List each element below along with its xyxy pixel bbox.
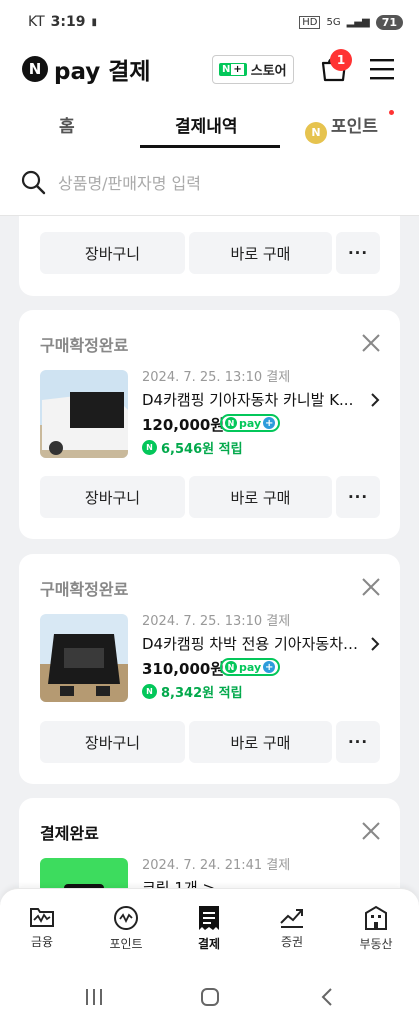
menu-icon[interactable] <box>368 56 396 82</box>
tab-points[interactable]: N 포인트 <box>305 112 378 144</box>
recent-apps-icon[interactable] <box>84 988 104 1006</box>
store-label: 스토어 <box>250 64 287 79</box>
close-icon[interactable] <box>360 332 382 354</box>
reward-points: N 6,546원 적립 <box>142 438 243 457</box>
bottom-navigation: 금융 포인트 결제 증권 부동산 <box>0 888 419 968</box>
nav-payment-label: 결제 <box>197 937 221 951</box>
product-name[interactable]: D4카캠핑 기아자동차 카니발 K... <box>142 389 358 410</box>
building-icon <box>365 905 387 930</box>
point-coin-icon: N <box>142 440 157 455</box>
signal-small-icon: ▮ <box>91 16 97 28</box>
product-price: 120,000원 <box>142 416 225 434</box>
point-icon <box>114 906 138 930</box>
stock-icon <box>280 909 303 928</box>
tab-home[interactable]: 홈 <box>59 112 75 137</box>
cart-count-badge: 1 <box>330 49 352 71</box>
more-button[interactable]: ··· <box>336 232 380 274</box>
receipt-icon <box>199 906 219 930</box>
point-coin-icon: N <box>142 684 157 699</box>
product-name[interactable]: D4카캠핑 차박 전용 기아자동차 ... <box>142 633 358 654</box>
more-button[interactable]: ··· <box>336 721 380 763</box>
npay-n-icon: N <box>225 417 237 429</box>
nav-points[interactable]: 포인트 <box>96 905 156 952</box>
cart-button[interactable]: 장바구니 <box>40 476 185 518</box>
npay-label: pay <box>239 660 262 674</box>
close-icon[interactable] <box>360 820 382 842</box>
order-status: 결제완료 <box>40 824 99 843</box>
npay-plus-badge: Npay + <box>220 414 281 432</box>
nplus-store-icon: N + <box>219 63 247 76</box>
network-label: 5G <box>326 16 341 28</box>
cart-button[interactable]: 장바구니 <box>40 721 185 763</box>
status-bar: KT 3:19 ▮ HD 5G ▂▄▆ 71 <box>0 0 419 44</box>
app-header: N pay 결제 N + 스토어 1 <box>0 44 419 94</box>
npay-n-icon: N <box>225 661 237 673</box>
battery-indicator: 71 <box>375 14 403 30</box>
logo-text: pay 결제 <box>54 59 151 85</box>
chevron-right-icon[interactable] <box>369 636 381 652</box>
chevron-right-icon[interactable] <box>369 392 381 408</box>
reward-text: 6,546원 적립 <box>161 442 243 457</box>
nav-finance-label: 금융 <box>30 935 54 949</box>
tab-bar: 홈 결제내역 N 포인트 <box>0 94 419 148</box>
cart-button[interactable]: 장바구니 <box>40 232 185 274</box>
nav-real-estate[interactable]: 부동산 <box>346 905 406 952</box>
order-status: 구매확정완료 <box>40 336 129 355</box>
search-input[interactable]: 상품명/판매자명 입력 <box>58 170 201 194</box>
tab-points-label: 포인트 <box>331 117 378 137</box>
npay-label: pay <box>239 416 262 430</box>
signal-icon: ▂▄▆ <box>346 16 370 28</box>
order-card-partial: 장바구니 바로 구매 ··· <box>19 216 400 296</box>
npay-logo[interactable]: N pay 결제 <box>22 52 151 86</box>
reward-points: N 8,342원 적립 <box>142 682 243 701</box>
n-logo-icon: N <box>22 56 48 82</box>
order-date: 2024. 7. 25. 13:10 결제 <box>142 614 291 629</box>
buy-now-button[interactable]: 바로 구매 <box>189 721 332 763</box>
search-icon <box>21 170 46 194</box>
product-thumbnail[interactable] <box>40 370 128 458</box>
npay-plus-badge: Npay + <box>220 658 281 676</box>
finance-icon <box>30 908 54 927</box>
reward-text: 8,342원 적립 <box>161 686 243 701</box>
plus-icon: + <box>263 661 276 673</box>
store-button[interactable]: N + 스토어 <box>212 55 294 84</box>
clock: 3:19 <box>50 14 86 30</box>
order-date: 2024. 7. 25. 13:10 결제 <box>142 370 291 385</box>
nav-points-label: 포인트 <box>109 937 143 951</box>
plus-icon: + <box>263 417 276 429</box>
buy-now-button[interactable]: 바로 구매 <box>189 476 332 518</box>
back-icon[interactable] <box>320 987 334 1007</box>
product-thumbnail[interactable] <box>40 614 128 702</box>
hd-icon: HD <box>299 15 321 29</box>
nav-payment[interactable]: 결제 <box>179 905 239 952</box>
nav-stocks[interactable]: 증권 <box>262 905 322 950</box>
point-coin-icon: N <box>305 122 327 144</box>
order-status: 구매확정완료 <box>40 580 129 599</box>
close-icon[interactable] <box>360 576 382 598</box>
new-dot <box>389 110 394 115</box>
system-navigation-bar <box>0 968 419 1024</box>
order-card: 구매확정완료 2024. 7. 25. 13:10 결제 D4카캠핑 차박 전용… <box>19 554 400 784</box>
nav-finance[interactable]: 금융 <box>12 905 72 950</box>
tab-payment-history[interactable]: 결제내역 <box>175 112 238 137</box>
store-badge-letter: N <box>222 64 231 75</box>
buy-now-button[interactable]: 바로 구매 <box>189 232 332 274</box>
nav-real-estate-label: 부동산 <box>359 937 393 951</box>
carrier-label: KT <box>28 14 45 30</box>
search-bar[interactable]: 상품명/판매자명 입력 <box>0 148 419 216</box>
product-price: 310,000원 <box>142 660 225 678</box>
order-date: 2024. 7. 24. 21:41 결제 <box>142 858 291 873</box>
more-button[interactable]: ··· <box>336 476 380 518</box>
nav-stocks-label: 증권 <box>280 935 304 949</box>
order-card: 구매확정완료 2024. 7. 25. 13:10 결제 D4카캠핑 기아자동차… <box>19 310 400 539</box>
home-icon[interactable] <box>200 987 220 1007</box>
